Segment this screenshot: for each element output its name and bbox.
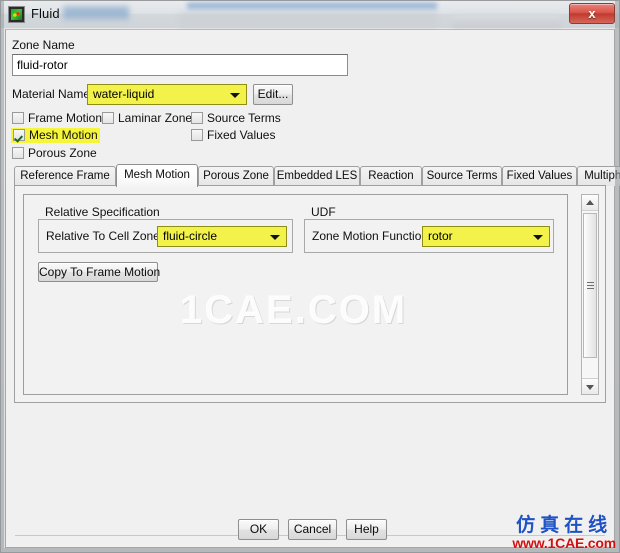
checkbox-box-icon xyxy=(191,129,203,141)
material-name-label: Material Name xyxy=(12,87,91,101)
triangle-down-icon xyxy=(586,384,594,390)
checkbox-label: Porous Zone xyxy=(28,146,97,160)
checkbox-label: Frame Motion xyxy=(28,111,103,125)
tab-reference-frame[interactable]: Reference Frame xyxy=(14,166,116,186)
dialog-client-area: Zone Name fluid-rotor Material Name wate… xyxy=(5,29,620,548)
zone-name-input[interactable]: fluid-rotor xyxy=(12,54,348,76)
zone-motion-function-label: Zone Motion Function xyxy=(312,229,429,243)
title-redaction-blur-right xyxy=(453,14,561,28)
material-name-dropdown[interactable]: water-liquid xyxy=(87,84,247,105)
material-edit-button[interactable]: Edit... xyxy=(253,84,293,105)
relative-to-cell-zone-dropdown[interactable]: fluid-circle xyxy=(157,226,287,247)
relative-to-cell-zone-value: fluid-circle xyxy=(163,229,218,243)
mesh-motion-inner-panel: Relative Specification Relative To Cell … xyxy=(23,194,568,395)
title-bar: Fluid x xyxy=(1,1,619,28)
checkbox-porous-zone[interactable]: Porous Zone xyxy=(12,146,97,161)
tab-embedded-les[interactable]: Embedded LES xyxy=(274,166,360,186)
chevron-down-icon xyxy=(230,92,240,98)
checkbox-box-icon xyxy=(102,112,114,124)
checkbox-box-icon xyxy=(12,147,24,159)
zone-motion-function-value: rotor xyxy=(428,229,453,243)
chevron-down-icon xyxy=(533,234,543,240)
title-redaction-blur-top xyxy=(187,3,437,11)
zone-name-label: Zone Name xyxy=(12,38,75,52)
relative-to-cell-zone-label: Relative To Cell Zone xyxy=(46,229,160,243)
triangle-up-icon xyxy=(586,199,594,205)
tab-reaction[interactable]: Reaction xyxy=(360,166,422,186)
tab-multiphase[interactable]: Multiphase xyxy=(577,166,620,186)
checkbox-box-icon xyxy=(13,129,25,141)
scroll-down-button[interactable] xyxy=(582,378,598,394)
tab-porous-zone[interactable]: Porous Zone xyxy=(198,166,274,186)
panel-vertical-scrollbar[interactable] xyxy=(581,194,599,395)
checkbox-laminar-zone[interactable]: Laminar Zone xyxy=(102,111,192,126)
zone-motion-function-dropdown[interactable]: rotor xyxy=(422,226,550,247)
copy-to-frame-motion-button[interactable]: Copy To Frame Motion xyxy=(38,262,160,282)
relative-specification-title: Relative Specification xyxy=(42,205,163,219)
tab-source-terms[interactable]: Source Terms xyxy=(422,166,502,186)
scroll-up-button[interactable] xyxy=(582,195,598,211)
ok-button[interactable]: OK xyxy=(238,519,279,540)
close-button[interactable]: x xyxy=(569,3,615,24)
title-redaction-blur-mid xyxy=(179,13,437,28)
help-button[interactable]: Help xyxy=(346,519,387,540)
checkbox-frame-motion[interactable]: Frame Motion xyxy=(12,111,102,126)
checkbox-fixed-values[interactable]: Fixed Values xyxy=(191,128,275,143)
checkbox-source-terms[interactable]: Source Terms xyxy=(191,111,281,126)
window-title: Fluid xyxy=(31,6,60,21)
material-name-value: water-liquid xyxy=(93,87,155,101)
fluent-app-icon xyxy=(8,6,25,23)
tab-fixed-values[interactable]: Fixed Values xyxy=(502,166,577,186)
title-redaction-blur xyxy=(63,4,129,22)
checkbox-label: Source Terms xyxy=(207,111,281,125)
grip-icon xyxy=(587,281,594,290)
checkbox-box-icon xyxy=(191,112,203,124)
checkbox-label: Laminar Zone xyxy=(118,111,193,125)
scrollbar-thumb[interactable] xyxy=(583,213,597,358)
checkbox-label: Mesh Motion xyxy=(29,128,98,142)
cancel-button[interactable]: Cancel xyxy=(288,519,337,540)
checkbox-mesh-motion[interactable]: Mesh Motion xyxy=(11,128,100,143)
close-icon: x xyxy=(588,6,596,21)
chevron-down-icon xyxy=(270,234,280,240)
tab-mesh-motion[interactable]: Mesh Motion xyxy=(116,164,198,187)
tab-bar: Reference Frame Mesh Motion Porous Zone … xyxy=(14,164,620,187)
mesh-motion-panel: Relative Specification Relative To Cell … xyxy=(14,185,606,403)
udf-title: UDF xyxy=(308,205,339,219)
checkbox-box-icon xyxy=(12,112,24,124)
fluid-zone-dialog: Fluid x Zone Name fluid-rotor Material N… xyxy=(0,0,620,553)
checkbox-label: Fixed Values xyxy=(207,128,276,142)
